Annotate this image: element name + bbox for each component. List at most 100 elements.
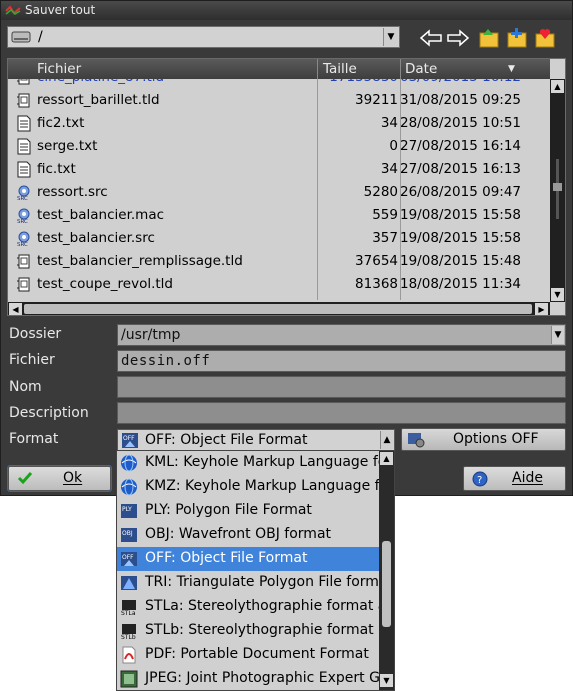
file-row[interactable]: test_balancier_remplissage.tld 37654 19/08… (8, 250, 550, 273)
file-date: 28/08/2015 10:51 (400, 115, 522, 131)
off-icon: OFF (120, 550, 138, 568)
help-label: Aide (512, 470, 543, 486)
svg-text:STLb: STLb (121, 634, 136, 640)
format-option-label: STLb: Stereolythographie format bin (145, 622, 395, 638)
file-name: ressort.src (37, 184, 108, 200)
column-size-header[interactable]: Taille (323, 61, 357, 77)
format-label: Format (9, 431, 59, 447)
title-bar: Sauver tout (1, 1, 572, 20)
ply-icon: PLY (120, 502, 138, 520)
file-list-vscrollbar[interactable]: ▲ ▼ (550, 79, 565, 302)
description-input[interactable] (117, 402, 566, 424)
file-row[interactable]: fic.txt 34 27/08/2015 16:13 (8, 158, 550, 181)
file-row[interactable]: ressort_barillet.tld 39211 31/08/2015 09:2… (8, 89, 550, 112)
obj-icon: OBJ (120, 526, 138, 544)
file-date: 26/08/2015 09:47 (400, 184, 522, 200)
column-name-header[interactable]: Fichier (37, 61, 81, 77)
folder-combo[interactable]: /usr/tmp ▼ (117, 324, 566, 346)
file-date: 03/09/2015 16:12 (400, 79, 521, 85)
file-size: 357 (372, 230, 398, 246)
svg-text:STLa: STLa (121, 610, 136, 616)
globe-icon (120, 478, 138, 496)
file-row[interactable]: SRC ressort.src 5280 26/08/2015 09:47 (8, 181, 550, 204)
scroll-thumb[interactable] (553, 183, 562, 191)
file-date: 19/08/2015 15:58 (400, 230, 522, 246)
chevron-down-icon[interactable]: ▼ (383, 28, 398, 46)
path-combo[interactable]: / ▼ (7, 26, 400, 48)
format-option[interactable]: PDF: Portable Document Format (117, 643, 379, 667)
off-icon: OFF (122, 433, 138, 448)
parent-folder-icon[interactable] (477, 27, 501, 49)
format-list-scroll-thumb[interactable] (382, 541, 391, 627)
file-row[interactable]: cine_platine_87.tld 1713583003/09/2015 16… (8, 79, 550, 89)
format-option[interactable]: JPEG: Joint Photographic Expert Gr (117, 667, 386, 690)
format-option-label: KMZ: Keyhole Markup Language fo (145, 478, 389, 494)
file-row[interactable]: SRC test_balancier.mac 559 19/08/2015 15:58 (8, 204, 550, 227)
format-option[interactable]: OBJ OBJ: Wavefront OBJ format (117, 523, 379, 547)
format-option[interactable]: STLb STLb: Stereolythographie format bin (117, 619, 394, 643)
format-option-label: PDF: Portable Document Format (145, 646, 369, 662)
file-row[interactable]: serge.txt 0 27/08/2015 16:14 (8, 135, 550, 158)
back-arrow-icon[interactable] (419, 27, 443, 49)
tri-icon (120, 574, 138, 592)
favorites-folder-icon[interactable] (533, 27, 557, 49)
file-date: 31/08/2015 09:25 (400, 92, 522, 108)
file-list-hscrollbar[interactable]: ◀ ▶ (8, 302, 550, 315)
format-option[interactable]: OFF OFF: Object File Format (117, 547, 379, 571)
forward-arrow-icon[interactable] (446, 27, 470, 49)
hscroll-thumb[interactable] (24, 304, 532, 314)
file-size: 34 (380, 161, 398, 177)
src-file-icon: SRC (16, 230, 32, 248)
file-name-input[interactable]: dessin.off (117, 350, 566, 372)
svg-text:OFF: OFF (122, 554, 134, 561)
text-file-icon (16, 138, 32, 155)
scroll-right-arrow-icon[interactable]: ▶ (535, 303, 548, 315)
text-file-icon (16, 115, 32, 132)
chevron-down-icon[interactable]: ▼ (551, 326, 564, 344)
description-label: Description (9, 405, 89, 421)
chevron-up-icon[interactable]: ▲ (380, 431, 393, 449)
drive-icon (11, 31, 31, 43)
file-size: 81368 (355, 276, 398, 292)
document-icon (16, 253, 32, 270)
file-name: fic2.txt (37, 115, 85, 131)
ok-button[interactable]: Ok (7, 465, 112, 492)
document-icon (16, 92, 32, 109)
format-combo[interactable]: OFF OFF: Object File Format ▲ (117, 429, 395, 451)
format-option[interactable]: PLY PLY: Polygon File Format (117, 499, 379, 523)
scroll-down-arrow-icon[interactable]: ▼ (551, 288, 564, 301)
column-date-header[interactable]: Date (405, 61, 437, 77)
file-row[interactable]: test_coupe_revol.tld 81368 18/08/2015 11:3… (8, 273, 550, 296)
file-row[interactable]: fic2.txt 34 28/08/2015 10:51 (8, 112, 550, 135)
scroll-up-arrow-icon[interactable]: ▲ (380, 452, 393, 465)
file-size: 37654 (355, 253, 398, 269)
help-button[interactable]: ? Aide (463, 466, 566, 491)
format-option-label: PLY: Polygon File Format (145, 502, 312, 518)
file-date: 27/08/2015 16:13 (400, 161, 522, 177)
file-name: cine_platine_87.tld (37, 79, 164, 85)
options-off-button[interactable]: Options OFF (401, 428, 566, 451)
name-label: Nom (9, 379, 42, 395)
format-list-scrollbar[interactable]: ▲ ▼ (379, 451, 394, 690)
file-name-value: dessin.off (121, 353, 211, 369)
format-option-label: TRI: Triangulate Polygon File format (145, 574, 393, 590)
format-option[interactable]: STLa STLa: Stereolythographie format as (117, 595, 394, 619)
new-folder-icon[interactable] (505, 27, 529, 49)
format-dropdown-list[interactable]: KML: Keyhole Markup Language for KMZ: Key… (116, 450, 395, 691)
file-row[interactable]: SRC test_balancier.src 357 19/08/2015 15:58 (8, 227, 550, 250)
format-option[interactable]: TRI: Triangulate Polygon File format (117, 571, 393, 595)
scroll-up-arrow-icon[interactable]: ▲ (551, 80, 564, 93)
scroll-left-arrow-icon[interactable]: ◀ (9, 303, 22, 315)
file-size: 17135830 (329, 79, 398, 85)
file-rows: cine_platine_87.tld 1713583003/09/2015 16… (8, 79, 550, 300)
file-list[interactable]: Fichier Taille Date ▼ cine_platine_87.tl… (7, 58, 566, 316)
svg-text:SRC: SRC (17, 242, 28, 247)
svg-text:SRC: SRC (17, 196, 28, 201)
format-option[interactable]: KML: Keyhole Markup Language for (117, 451, 392, 475)
format-option-label: STLa: Stereolythographie format as (145, 598, 394, 614)
name-input[interactable] (117, 376, 566, 398)
format-option[interactable]: KMZ: Keyhole Markup Language fo (117, 475, 388, 499)
folder-label: Dossier (9, 326, 62, 342)
scroll-down-arrow-icon[interactable]: ▼ (380, 674, 393, 687)
macro-file-icon: SRC (16, 207, 32, 225)
